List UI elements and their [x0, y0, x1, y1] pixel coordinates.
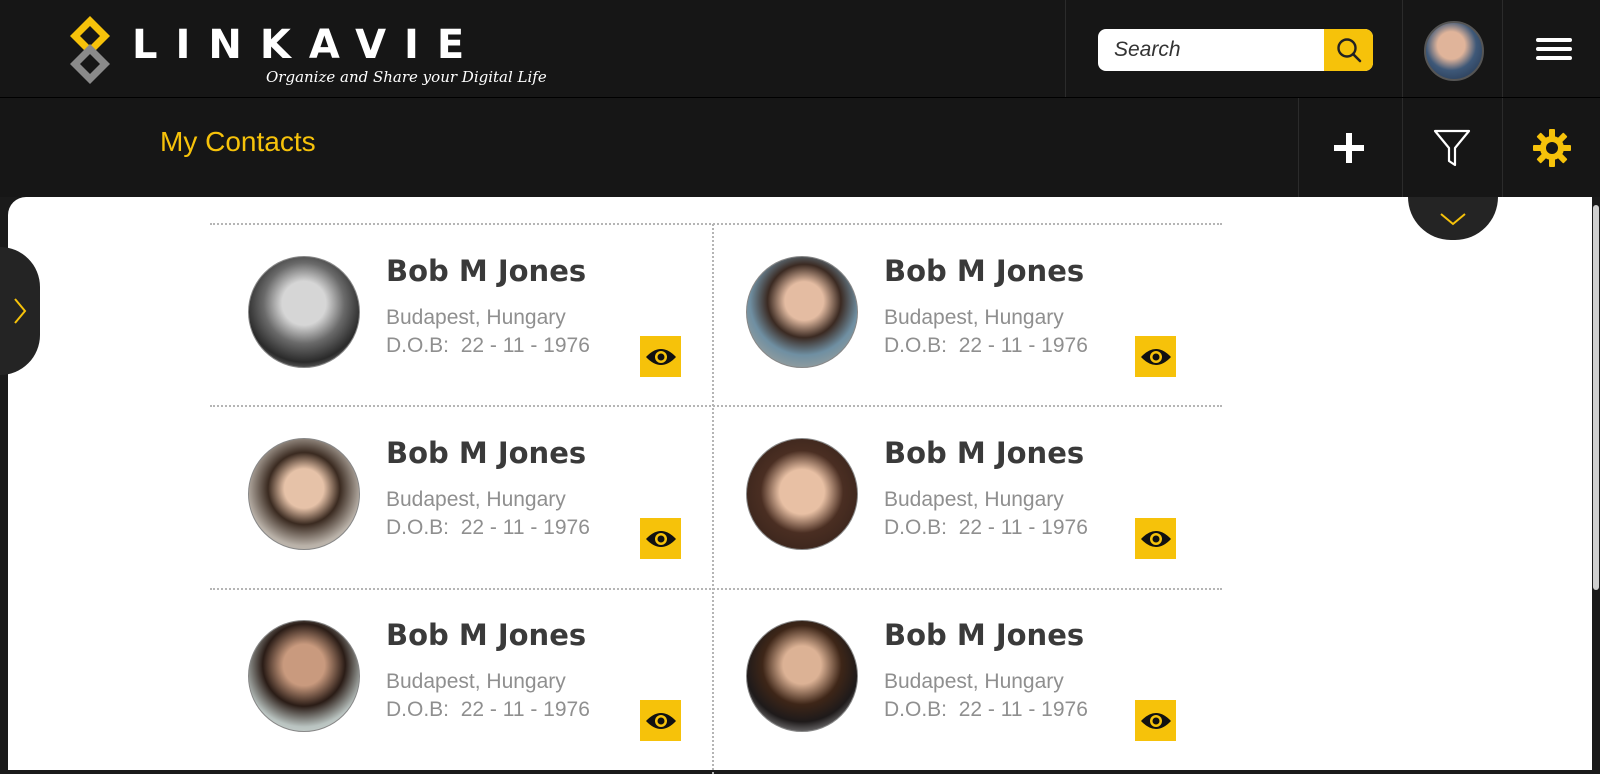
side-panel-toggle[interactable]	[0, 247, 40, 375]
contact-name: Bob M Jones	[386, 618, 587, 652]
contact-location: Budapest, Hungary	[386, 670, 566, 693]
contact-photo	[248, 256, 360, 368]
contact-name: Bob M Jones	[884, 254, 1085, 288]
contact-card[interactable]: Bob M Jones Budapest, Hungary D.O.B: 22 …	[708, 408, 1208, 588]
contact-location: Budapest, Hungary	[884, 670, 1064, 693]
contact-location: Budapest, Hungary	[386, 306, 566, 329]
dob-value: 22 - 11 - 1976	[958, 698, 1088, 721]
search-button[interactable]	[1324, 29, 1373, 71]
contact-dob: D.O.B: 22 - 11 - 1976	[386, 334, 590, 358]
contact-location: Budapest, Hungary	[884, 306, 1064, 329]
eye-icon	[645, 530, 676, 547]
eye-icon	[645, 348, 676, 365]
contact-name: Bob M Jones	[386, 254, 587, 288]
sub-header: My Contacts	[0, 98, 1600, 197]
contact-name: Bob M Jones	[386, 436, 587, 470]
page-title: My Contacts	[160, 126, 316, 157]
filter-button[interactable]	[1403, 98, 1501, 197]
dob-label: D.O.B:	[884, 516, 948, 539]
header-divider	[1402, 0, 1403, 97]
contact-card[interactable]: Bob M Jones Budapest, Hungary D.O.B: 22 …	[210, 590, 710, 770]
view-contact-button[interactable]	[1135, 518, 1176, 559]
dob-value: 22 - 11 - 1976	[460, 334, 590, 357]
dob-label: D.O.B:	[386, 698, 450, 721]
logo-mark-icon	[70, 16, 110, 84]
contact-dob: D.O.B: 22 - 11 - 1976	[884, 334, 1088, 358]
contact-photo	[248, 620, 360, 732]
dob-value: 22 - 11 - 1976	[958, 516, 1088, 539]
chevron-down-icon	[1440, 212, 1466, 225]
dob-value: 22 - 11 - 1976	[460, 698, 590, 721]
contact-photo	[746, 438, 858, 550]
header-divider	[1065, 0, 1066, 97]
top-bar: LINKAVIE Organize and Share your Digital…	[0, 0, 1600, 98]
contact-dob: D.O.B: 22 - 11 - 1976	[884, 516, 1088, 540]
view-contact-button[interactable]	[1135, 336, 1176, 377]
search-box	[1098, 29, 1373, 71]
settings-button[interactable]	[1503, 98, 1600, 197]
contact-card[interactable]: Bob M Jones Budapest, Hungary D.O.B: 22 …	[210, 226, 710, 406]
dob-value: 22 - 11 - 1976	[460, 516, 590, 539]
dob-label: D.O.B:	[386, 516, 450, 539]
eye-icon	[1140, 712, 1171, 729]
hamburger-menu-icon[interactable]	[1536, 38, 1572, 62]
contact-dob: D.O.B: 22 - 11 - 1976	[386, 698, 590, 722]
eye-icon	[645, 712, 676, 729]
eye-icon	[1140, 348, 1171, 365]
contact-location: Budapest, Hungary	[884, 488, 1064, 511]
chevron-right-icon	[14, 298, 27, 324]
dob-value: 22 - 11 - 1976	[958, 334, 1088, 357]
contact-photo	[746, 256, 858, 368]
grid-divider	[210, 223, 1222, 225]
filter-icon	[1433, 129, 1471, 166]
contact-card[interactable]: Bob M Jones Budapest, Hungary D.O.B: 22 …	[210, 408, 710, 588]
view-contact-button[interactable]	[640, 336, 681, 377]
search-input[interactable]	[1114, 29, 1314, 71]
gear-icon	[1533, 128, 1571, 167]
contact-card[interactable]: Bob M Jones Budapest, Hungary D.O.B: 22 …	[708, 590, 1208, 770]
logo-wordmark: LINKAVIE	[132, 22, 483, 68]
contact-name: Bob M Jones	[884, 618, 1085, 652]
logo[interactable]: LINKAVIE Organize and Share your Digital…	[66, 14, 547, 94]
contact-photo	[248, 438, 360, 550]
contact-name: Bob M Jones	[884, 436, 1085, 470]
toolbar-divider	[1298, 98, 1299, 197]
view-contact-button[interactable]	[1135, 700, 1176, 741]
contact-location: Budapest, Hungary	[386, 488, 566, 511]
view-contact-button[interactable]	[640, 700, 681, 741]
add-contact-button[interactable]	[1300, 98, 1398, 197]
search-icon	[1336, 38, 1361, 63]
contact-card[interactable]: Bob M Jones Budapest, Hungary D.O.B: 22 …	[708, 226, 1208, 406]
logo-tagline: Organize and Share your Digital Life	[266, 68, 547, 86]
user-avatar[interactable]	[1424, 21, 1484, 81]
dob-label: D.O.B:	[884, 334, 948, 357]
eye-icon	[1140, 530, 1171, 547]
contact-photo	[746, 620, 858, 732]
plus-icon	[1334, 132, 1364, 163]
contact-dob: D.O.B: 22 - 11 - 1976	[386, 516, 590, 540]
dob-label: D.O.B:	[386, 334, 450, 357]
contact-dob: D.O.B: 22 - 11 - 1976	[884, 698, 1088, 722]
dob-label: D.O.B:	[884, 698, 948, 721]
view-contact-button[interactable]	[640, 518, 681, 559]
scrollbar-thumb[interactable]	[1593, 205, 1599, 590]
header-divider	[1502, 0, 1503, 97]
